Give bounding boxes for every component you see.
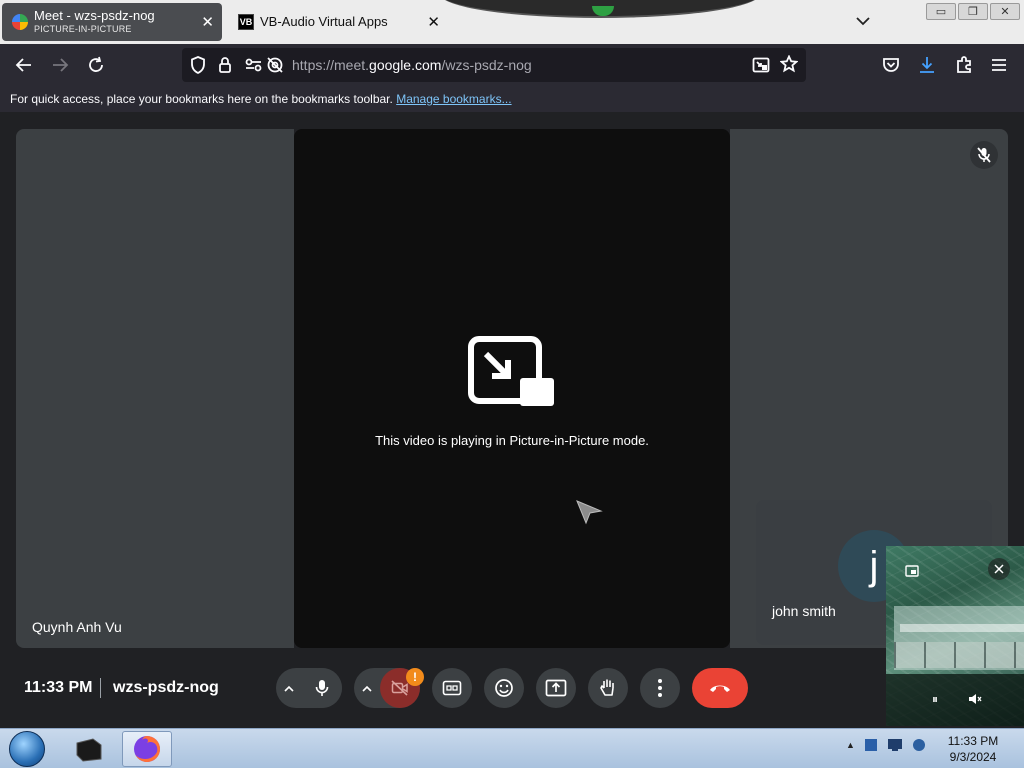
divider bbox=[100, 678, 101, 698]
tab-vb-audio[interactable]: VB VB-Audio Virtual Apps ✕ bbox=[228, 3, 448, 41]
manage-bookmarks-link[interactable]: Manage bookmarks... bbox=[396, 92, 511, 106]
url-text[interactable]: https://meet.google.com/wzs-psdz-nog bbox=[292, 57, 532, 73]
windows-taskbar: ▲ 11:33 PM 9/3/2024 bbox=[0, 728, 1024, 768]
reload-icon[interactable] bbox=[83, 53, 109, 77]
pocket-icon[interactable] bbox=[878, 53, 904, 77]
back-icon[interactable] bbox=[11, 53, 37, 77]
bookmarks-hint-text: For quick access, place your bookmarks h… bbox=[10, 92, 393, 106]
audio-controls bbox=[276, 668, 342, 708]
url-bar[interactable]: https://meet.google.com/wzs-psdz-nog bbox=[182, 48, 806, 82]
pip-close-icon[interactable] bbox=[988, 558, 1010, 580]
windows-logo-icon bbox=[9, 731, 45, 767]
more-options-button[interactable] bbox=[640, 668, 680, 708]
minimize-button[interactable]: ▭ bbox=[926, 3, 956, 20]
raise-hand-button[interactable] bbox=[588, 668, 628, 708]
extensions-puzzle-icon[interactable] bbox=[951, 53, 977, 77]
action-center-flag-icon[interactable] bbox=[863, 737, 879, 753]
close-window-button[interactable]: ✕ bbox=[990, 3, 1020, 20]
downloads-icon[interactable] bbox=[914, 53, 940, 77]
google-meet-icon bbox=[12, 14, 28, 30]
window-controls: ▭ ❐ ✕ bbox=[926, 3, 1020, 20]
tab-meet[interactable]: Meet - wzs-psdz-nog PICTURE-IN-PICTURE ✕ bbox=[2, 3, 222, 41]
picture-in-picture-icon[interactable] bbox=[752, 56, 770, 79]
camera-blocked-icon[interactable] bbox=[266, 56, 284, 79]
meeting-time: 11:33 PM bbox=[24, 679, 93, 696]
microphone-button[interactable] bbox=[302, 668, 342, 708]
camera-warning-badge: ! bbox=[406, 668, 424, 686]
pip-video-content bbox=[894, 606, 1024, 670]
show-hidden-icons-chevron-up-icon[interactable]: ▲ bbox=[846, 740, 855, 750]
picture-in-picture-large-icon bbox=[468, 336, 556, 413]
permissions-icon[interactable] bbox=[244, 56, 264, 79]
vb-audio-icon: VB bbox=[238, 14, 254, 30]
tab-title: VB-Audio Virtual Apps bbox=[260, 14, 388, 30]
bookmarks-toolbar: For quick access, place your bookmarks h… bbox=[0, 86, 1024, 112]
overlay-arc bbox=[440, 0, 760, 18]
meet-call-area: Quynh Anh Vu This video is playing in Pi… bbox=[0, 112, 1024, 728]
pip-mode-message: This video is playing in Picture-in-Pict… bbox=[375, 433, 649, 448]
video-options-chevron-up-icon[interactable] bbox=[354, 681, 380, 695]
clock-date: 9/3/2024 bbox=[949, 750, 997, 764]
leave-call-button[interactable] bbox=[692, 668, 748, 708]
pip-pause-icon[interactable]: ⏸ bbox=[926, 690, 944, 708]
tab-strip: Meet - wzs-psdz-nog PICTURE-IN-PICTURE ✕… bbox=[0, 0, 1024, 44]
taskbar-app-firefox[interactable] bbox=[122, 731, 172, 767]
system-tray: ▲ bbox=[846, 737, 927, 753]
forward-icon[interactable] bbox=[47, 53, 73, 77]
start-button[interactable] bbox=[6, 731, 48, 767]
taskbar-clock[interactable]: 11:33 PM 9/3/2024 bbox=[942, 733, 1004, 765]
network-icon[interactable] bbox=[887, 738, 903, 752]
tab-close-icon[interactable]: ✕ bbox=[201, 13, 214, 31]
participant-name: john smith bbox=[772, 603, 836, 619]
menu-hamburger-icon[interactable] bbox=[986, 53, 1012, 77]
pip-mute-icon[interactable] bbox=[966, 690, 984, 708]
presentation-tile: This video is playing in Picture-in-Pict… bbox=[294, 129, 730, 648]
tab-subtitle: PICTURE-IN-PICTURE bbox=[34, 24, 132, 35]
pip-return-to-tab-icon[interactable] bbox=[902, 562, 922, 580]
meeting-code: wzs-psdz-nog bbox=[113, 679, 219, 696]
muted-microphone-icon bbox=[970, 141, 998, 169]
restore-button[interactable]: ❐ bbox=[958, 3, 988, 20]
audio-options-chevron-up-icon[interactable] bbox=[276, 681, 302, 695]
list-all-tabs-chevron-down-icon[interactable] bbox=[856, 13, 870, 29]
mouse-cursor-icon bbox=[575, 499, 603, 530]
participant-name: Quynh Anh Vu bbox=[32, 619, 122, 635]
present-screen-button[interactable] bbox=[536, 668, 576, 708]
participant-tile[interactable]: Quynh Anh Vu bbox=[16, 129, 294, 648]
tab-title: Meet - wzs-psdz-nog bbox=[34, 8, 155, 24]
emoji-reactions-button[interactable] bbox=[484, 668, 524, 708]
volume-icon[interactable] bbox=[911, 737, 927, 753]
navigation-toolbar: https://meet.google.com/wzs-psdz-nog bbox=[0, 44, 1024, 86]
taskbar-app-terminal[interactable] bbox=[66, 731, 112, 767]
tab-close-icon[interactable]: ✕ bbox=[427, 13, 440, 31]
bookmark-star-icon[interactable] bbox=[779, 54, 799, 78]
clock-time: 11:33 PM bbox=[947, 734, 999, 748]
tracking-protection-shield-icon[interactable] bbox=[190, 56, 206, 79]
captions-button[interactable] bbox=[432, 668, 472, 708]
lock-icon[interactable] bbox=[218, 56, 232, 79]
picture-in-picture-window[interactable]: ⏸ bbox=[886, 546, 1024, 726]
